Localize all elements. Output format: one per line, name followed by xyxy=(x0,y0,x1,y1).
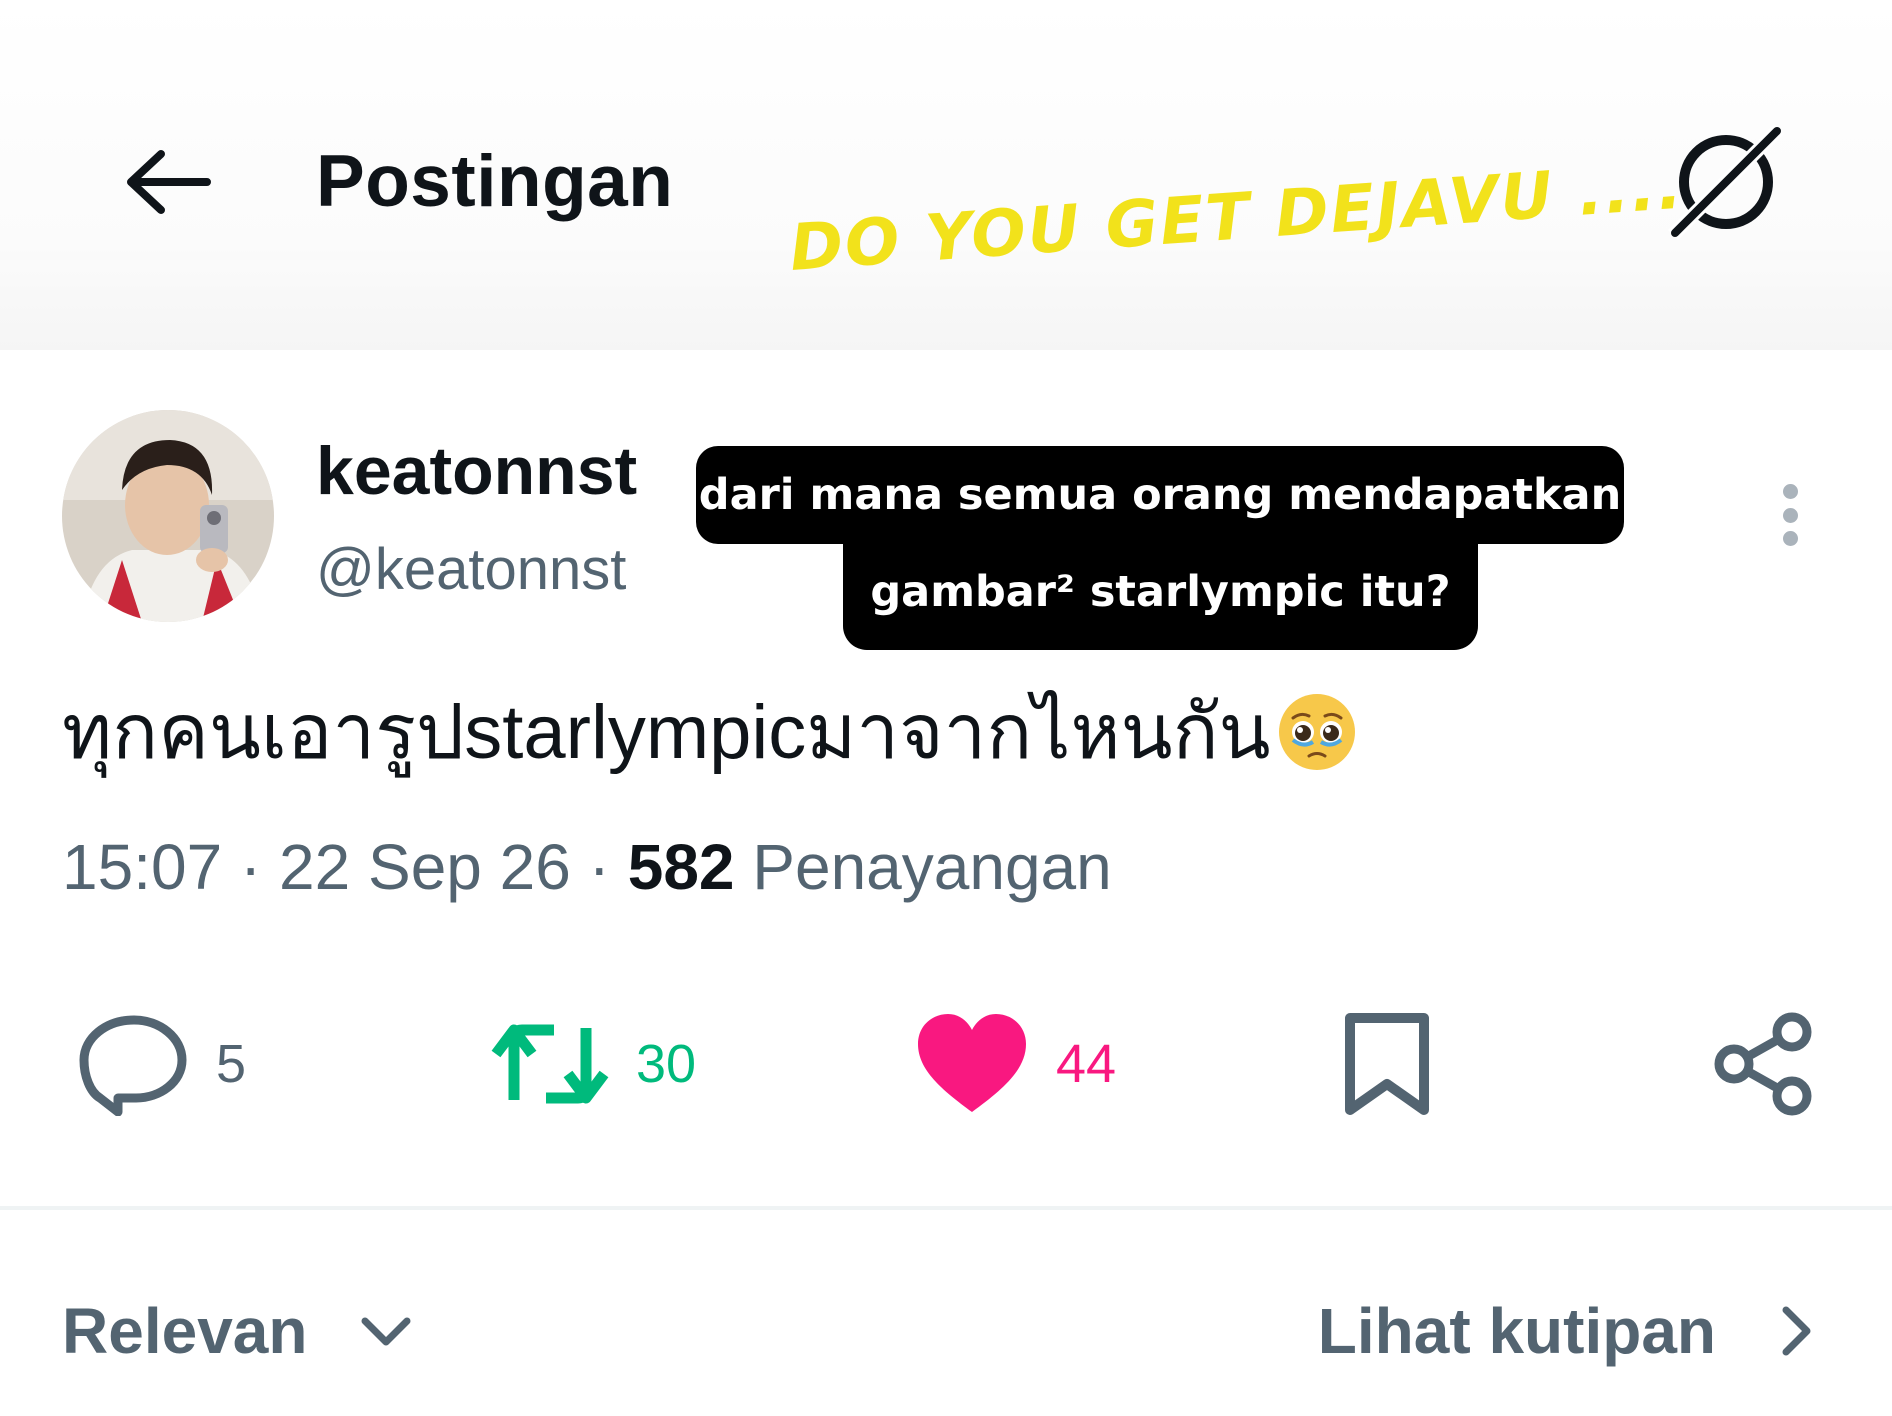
sort-relevance-button[interactable]: Relevan xyxy=(62,1294,421,1368)
sort-label: Relevan xyxy=(62,1295,308,1367)
retweet-button[interactable]: 30 xyxy=(490,1006,696,1122)
back-button[interactable] xyxy=(118,138,218,226)
post-meta: 15:07 · 22 Sep 26 · 582 Penayangan xyxy=(62,830,1112,904)
reply-count: 5 xyxy=(216,1034,247,1094)
chevron-right-icon xyxy=(1782,1306,1811,1356)
retweet-count: 30 xyxy=(636,1034,697,1094)
author-handle[interactable]: @keatonnst xyxy=(316,536,626,603)
views-label[interactable]: Penayangan xyxy=(752,831,1111,903)
meta-separator: · xyxy=(570,831,628,903)
quotes-label: Lihat kutipan xyxy=(1317,1295,1716,1367)
avatar[interactable] xyxy=(62,410,274,622)
reply-icon xyxy=(79,1015,187,1116)
more-dot xyxy=(1782,531,1798,546)
post-date: 22 Sep 26 xyxy=(279,831,571,903)
view-quotes-link[interactable]: Lihat kutipan xyxy=(1318,1294,1826,1368)
retweet-icon xyxy=(491,1024,609,1104)
like-count: 44 xyxy=(1056,1034,1117,1094)
bookmark-button[interactable] xyxy=(1340,1006,1434,1122)
more-dot xyxy=(1782,507,1798,523)
heart-filled-icon xyxy=(918,1014,1026,1112)
arrow-left-icon xyxy=(127,150,211,214)
bookmark-icon xyxy=(1345,1013,1429,1115)
post-text-content: ทุกคนเอารูปstarlympicมาจากไหนกัน xyxy=(62,690,1271,775)
post-time: 15:07 xyxy=(62,831,223,903)
meta-separator: · xyxy=(222,831,280,903)
author-display-name[interactable]: keatonnst xyxy=(316,432,637,510)
more-dot xyxy=(1782,484,1798,499)
caption-line-2: gambar² starlympic itu? xyxy=(843,538,1478,650)
share-button[interactable] xyxy=(1712,1006,1816,1122)
caption-line-1: dari mana semua orang mendapatkan xyxy=(696,446,1624,544)
divider xyxy=(0,1206,1892,1210)
view-count: 582 xyxy=(627,831,735,903)
like-button[interactable]: 44 xyxy=(914,1006,1116,1122)
pleading-face-icon xyxy=(1278,694,1355,770)
more-options-button[interactable] xyxy=(1758,470,1822,560)
reply-button[interactable]: 5 xyxy=(78,1006,246,1122)
post-text: ทุกคนเอารูปstarlympicมาจากไหนกัน xyxy=(62,672,1359,792)
share-icon xyxy=(1714,1012,1812,1116)
chevron-down-icon xyxy=(361,1317,411,1346)
page-title: Postingan xyxy=(316,141,674,222)
